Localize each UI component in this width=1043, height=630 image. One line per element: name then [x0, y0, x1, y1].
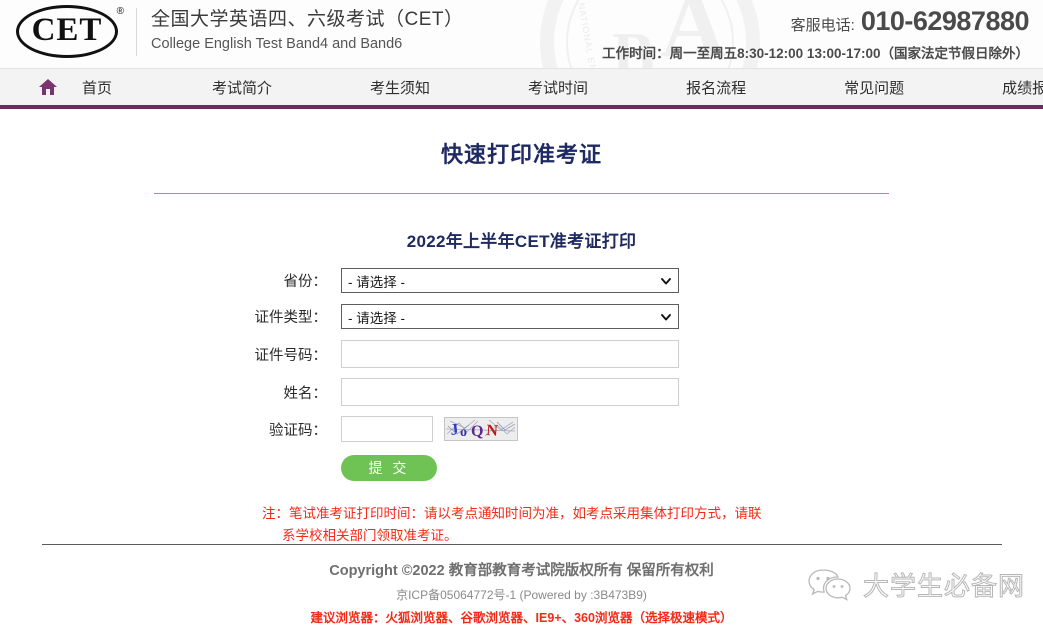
form-row-id-number: 证件号码：	[0, 340, 1043, 368]
office-hours-label: 工作时间：	[602, 46, 670, 61]
home-icon[interactable]	[38, 78, 58, 96]
nav-item-exam-intro[interactable]: 考试简介	[210, 77, 274, 98]
footer-copyright: Copyright ©2022 教育部教育考试院版权所有 保留所有权利	[329, 563, 714, 579]
svg-text:Q: Q	[471, 423, 483, 440]
site-title-en: College English Test Band4 and Band6	[151, 36, 403, 53]
chevron-down-icon	[660, 311, 672, 323]
title-divider	[154, 193, 889, 194]
form-subtitle: 2022年上半年CET准考证打印	[406, 232, 637, 251]
contact-phone-number: 010-62987880	[860, 6, 1030, 36]
captcha-label: 验证码：	[269, 422, 327, 439]
province-select[interactable]: - 请选择 -	[341, 268, 679, 293]
form-row-name: 姓名：	[0, 378, 1043, 406]
id-type-select-value: - 请选择 -	[348, 310, 405, 326]
nav-item-score-report[interactable]: 成绩报告单	[1000, 77, 1043, 98]
name-input[interactable]	[341, 378, 679, 406]
captcha-image[interactable]: J o Q N	[444, 417, 518, 441]
submit-spacer	[0, 455, 341, 481]
print-time-note-line1: 注：笔试准考证打印时间：请以考点通知时间为准，如考点采用集体打印方式，请联	[262, 506, 762, 521]
nav-item-faq[interactable]: 常见问题	[842, 77, 906, 98]
page-title: 快速打印准考证	[440, 142, 602, 167]
header-contact: 客服电话: 010-62987880 工作时间：周一至周五8:30-12:00 …	[602, 6, 1029, 62]
print-time-note-line2: 系学校相关部门领取准考证。	[282, 527, 458, 543]
admission-ticket-form: 省份： - 请选择 - 证件类型： - 请选择 - 证件号码： 姓名： 验证码：…	[0, 268, 1043, 481]
footer-divider	[41, 544, 1002, 545]
svg-text:N: N	[486, 422, 499, 440]
main-content: 快速打印准考证 2022年上半年CET准考证打印 省份： - 请选择 - 证件类…	[0, 109, 1043, 546]
province-select-value: - 请选择 -	[348, 274, 405, 290]
chevron-down-icon	[660, 275, 672, 287]
nav-item-registration-process[interactable]: 报名流程	[684, 77, 748, 98]
submit-row: 提 交	[0, 455, 1043, 481]
site-logo[interactable]: CET ® 全国大学英语四、六级考试（CET） College English …	[16, 5, 464, 58]
id-number-label: 证件号码：	[254, 347, 328, 364]
cet-logo-mark: CET ®	[16, 5, 124, 58]
registered-mark-icon: ®	[116, 6, 124, 17]
logo-titles: 全国大学英语四、六级考试（CET） College English Test B…	[151, 8, 464, 54]
id-number-input[interactable]	[341, 340, 679, 368]
main-navigation: 首页 考试简介 考生须知 考试时间 报名流程 常见问题 成绩报告单	[0, 68, 1043, 109]
footer-icp-record[interactable]: 京ICP备05064772号-1 (Powered by :3B473B9)	[0, 586, 1043, 603]
captcha-input[interactable]	[341, 416, 433, 442]
logo-divider	[136, 7, 137, 56]
footer-recommended-browsers: 建议浏览器：火狐浏览器、谷歌浏览器、IE9+、360浏览器（选择极速模式）	[310, 611, 733, 625]
form-row-id-type: 证件类型： - 请选择 -	[0, 304, 1043, 329]
office-hours-value: 周一至周五8:30-12:00 13:00-17:00（国家法定节假日除外）	[669, 46, 1029, 61]
contact-phone-label: 客服电话:	[790, 17, 855, 34]
site-title-cn: 全国大学英语四、六级考试（CET）	[151, 9, 464, 31]
form-row-province: 省份： - 请选择 -	[0, 268, 1043, 293]
cet-logo-text: CET	[31, 12, 103, 48]
nav-item-home[interactable]: 首页	[80, 77, 114, 98]
nav-item-candidate-notice[interactable]: 考生须知	[368, 77, 432, 98]
name-label: 姓名：	[283, 385, 328, 402]
print-time-note: 注：笔试准考证打印时间：请以考点通知时间为准，如考点采用集体打印方式，请联 系学…	[0, 503, 1043, 546]
id-type-label: 证件类型：	[254, 310, 328, 326]
site-header: A B NATIONAL ENGLISH TEST CET ® 全国大学英语四、…	[0, 0, 1043, 68]
nav-item-exam-time[interactable]: 考试时间	[526, 77, 590, 98]
id-type-select[interactable]: - 请选择 -	[341, 304, 679, 329]
submit-button[interactable]: 提 交	[341, 455, 437, 481]
site-footer: Copyright ©2022 教育部教育考试院版权所有 保留所有权利 京ICP…	[0, 544, 1043, 626]
province-label: 省份：	[283, 274, 328, 290]
form-row-captcha: 验证码： J o Q N	[0, 416, 1043, 442]
